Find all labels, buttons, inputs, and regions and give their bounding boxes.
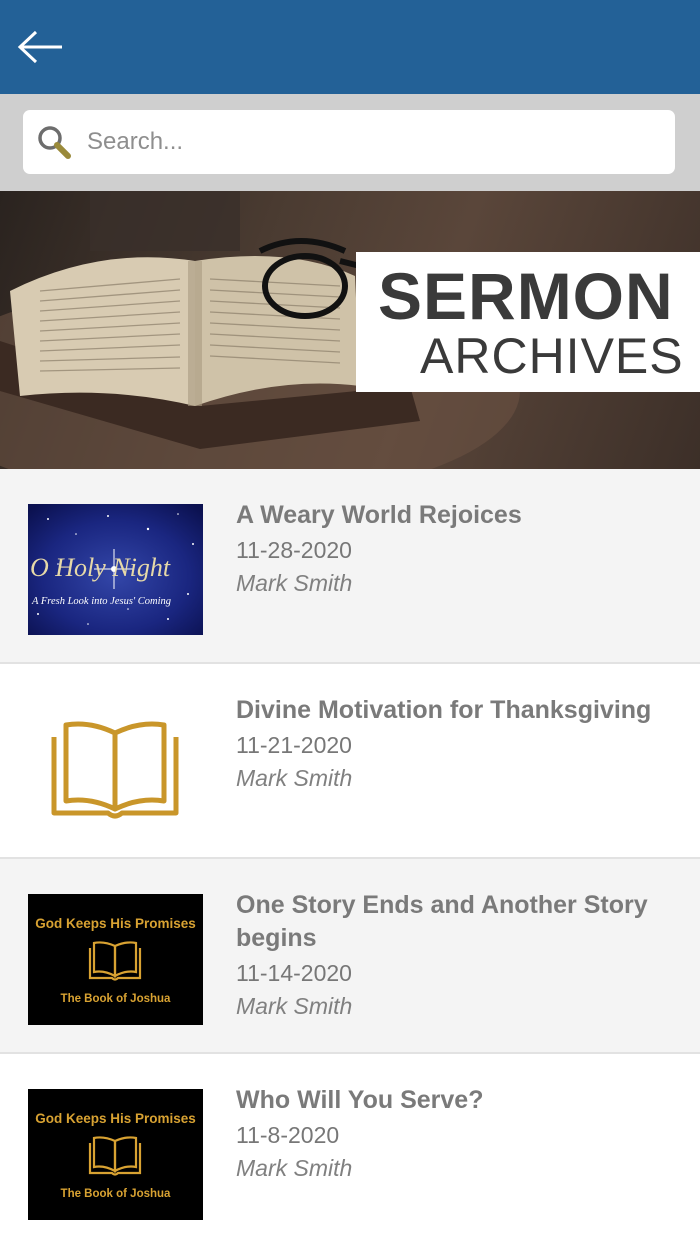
back-button[interactable]	[14, 24, 68, 70]
promises-image: God Keeps His Promises The Book of Joshu…	[28, 894, 203, 1025]
sermon-list-item[interactable]: God Keeps His Promises The Book of Joshu…	[0, 1054, 700, 1249]
app-bar	[0, 0, 700, 94]
search-icon	[38, 126, 71, 159]
sermon-list-item[interactable]: O Holy Night A Fresh Look into Jesus' Co…	[0, 469, 700, 664]
holy-night-image: O Holy Night A Fresh Look into Jesus' Co…	[28, 504, 203, 635]
sermon-thumbnail: God Keeps His Promises The Book of Joshu…	[28, 1089, 203, 1220]
holy-night-caption: A Fresh Look into Jesus' Coming	[31, 596, 171, 607]
sermon-thumbnail	[28, 699, 203, 830]
promises-title: God Keeps His Promises	[35, 916, 196, 931]
sermon-date: 11-21-2020	[236, 732, 352, 758]
sermon-title: A Weary World Rejoices	[236, 501, 522, 529]
sermon-list-item[interactable]: God Keeps His Promises The Book of Joshu…	[0, 859, 700, 1054]
banner-title-card: SERMON ARCHIVES	[356, 252, 700, 392]
sermon-thumbnail: God Keeps His Promises The Book of Joshu…	[28, 894, 203, 1025]
sermon-title: Divine Motivation for Thanksgiving	[236, 696, 652, 724]
sermon-date: 11-14-2020	[236, 960, 352, 986]
open-book-icon	[51, 721, 179, 819]
promises-series: The Book of Joshua	[61, 1188, 172, 1200]
promises-image: God Keeps His Promises The Book of Joshu…	[28, 1089, 203, 1220]
banner-subtitle: ARCHIVES	[420, 328, 684, 384]
sermon-list-item[interactable]: Divine Motivation for Thanksgiving 11-21…	[0, 664, 700, 859]
sermon-thumbnail: O Holy Night A Fresh Look into Jesus' Co…	[28, 504, 203, 635]
promises-series: The Book of Joshua	[61, 993, 172, 1005]
back-arrow-icon	[17, 30, 62, 64]
sermon-author: Mark Smith	[236, 993, 353, 1019]
sermon-archives-banner: SERMON ARCHIVES	[0, 191, 700, 469]
search-input[interactable]	[87, 118, 657, 166]
sermon-date: 11-28-2020	[236, 537, 352, 563]
sermon-author: Mark Smith	[236, 765, 353, 791]
sermon-author: Mark Smith	[236, 570, 353, 596]
sermon-title: Who Will You Serve?	[236, 1086, 484, 1114]
sermon-title: One Story Ends and Another Story begins	[236, 891, 648, 952]
search-box[interactable]	[23, 110, 675, 174]
promises-title: God Keeps His Promises	[35, 1111, 196, 1126]
sermon-author: Mark Smith	[236, 1155, 353, 1181]
banner-title: SERMON	[378, 259, 674, 333]
holy-night-script: O Holy Night	[30, 553, 171, 582]
search-bar	[0, 94, 700, 191]
sermon-date: 11-8-2020	[236, 1122, 340, 1148]
sermon-list: O Holy Night A Fresh Look into Jesus' Co…	[0, 469, 700, 1249]
